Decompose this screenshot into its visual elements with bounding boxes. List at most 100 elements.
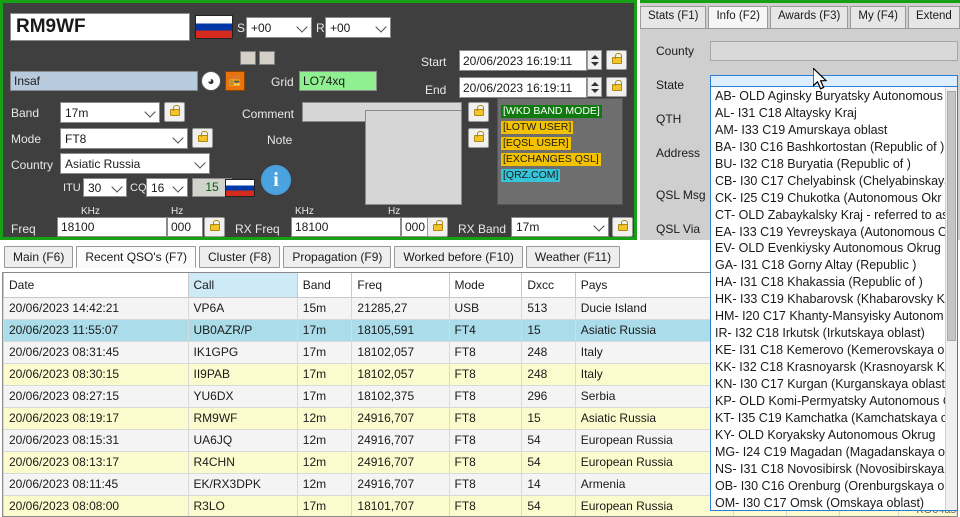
rst-recv-select[interactable]: +00 (325, 17, 391, 38)
itu-select[interactable]: 30 (83, 178, 127, 197)
state-dropdown-item[interactable]: KT- I35 C19 Kamchatka (Kamchatskaya o (711, 410, 945, 427)
cq-select[interactable]: 16 (146, 178, 188, 197)
note-input[interactable] (365, 110, 462, 205)
rx-freq-khz-input[interactable] (291, 217, 401, 237)
state-dropdown-item[interactable]: IR- I32 C18 Irkutsk (Irkutskaya oblast) (711, 325, 945, 342)
cell-date: 20/06/2023 08:19:17 (3, 406, 189, 430)
mouse-cursor-icon (813, 68, 828, 90)
freq-hz-input[interactable] (167, 217, 203, 237)
end-lock-button[interactable] (606, 77, 627, 97)
start-lock-button[interactable] (606, 50, 627, 70)
state-dropdown-item[interactable]: KE- I31 C18 Kemerovo (Kemerovskaya ol (711, 342, 945, 359)
info-field-input-county[interactable] (710, 41, 958, 61)
rst-sent-label: S (237, 21, 246, 35)
cell-date: 20/06/2023 08:30:15 (3, 362, 189, 386)
cell-date: 20/06/2023 14:42:21 (3, 296, 189, 320)
state-dropdown-item[interactable]: EV- OLD Evenkiysky Autonomous Okrug (711, 240, 945, 257)
column-header-mode[interactable]: Mode (448, 273, 523, 298)
state-dropdown-scrollbar[interactable] (945, 87, 957, 510)
state-dropdown-list[interactable]: AB- OLD Aginsky Buryatsky Autonomous AL- … (710, 86, 958, 511)
start-spinner[interactable] (587, 50, 602, 70)
state-dropdown-item[interactable]: GA- I31 C18 Gorny Altay (Republic ) (711, 257, 945, 274)
end-datetime-input[interactable]: 20/06/2023 16:19:11 (459, 77, 587, 98)
cell-dxcc: 54 (521, 428, 576, 452)
state-dropdown-item[interactable]: HA- I31 C18 Khakassia (Republic of ) (711, 274, 945, 291)
state-dropdown-item[interactable]: NS- I31 C18 Novosibirsk (Novosibirskaya … (711, 461, 945, 478)
cell-mode: FT8 (448, 428, 523, 452)
note-lock-button[interactable] (468, 128, 489, 148)
russia-flag-icon (195, 15, 233, 39)
bottom-tab-weather-f11[interactable]: Weather (F11) (525, 246, 621, 268)
rst-sent-select[interactable]: +00 (246, 17, 312, 38)
option-button-2[interactable] (259, 51, 275, 65)
bottom-tab-recent-qso-s-f7[interactable]: Recent QSO's (F7) (76, 246, 196, 268)
rx-band-select[interactable]: 17m (511, 217, 609, 237)
column-header-dxcc[interactable]: Dxcc (521, 273, 576, 298)
status-badge: [WKD BAND MODE] (501, 105, 602, 118)
bottom-tab-worked-before-f10[interactable]: Worked before (F10) (394, 246, 523, 268)
start-datetime-input[interactable]: 20/06/2023 16:19:11 (459, 50, 587, 71)
state-dropdown-item[interactable]: CT- OLD Zabaykalsky Kraj - referred to a… (711, 207, 945, 224)
state-dropdown-item[interactable]: EA- I33 C19 Yevreyskaya (Autonomous O (711, 224, 945, 241)
cell-band: 15m (296, 296, 353, 320)
cell-freq: 24916,707 (351, 428, 450, 452)
operator-name-input[interactable] (10, 71, 198, 91)
country-value: Asiatic Russia (65, 156, 141, 171)
info-tab-my-f4[interactable]: My (F4) (850, 6, 906, 28)
band-lock-button[interactable] (164, 102, 185, 122)
band-value: 17m (65, 105, 89, 120)
mode-select[interactable]: FT8 (60, 128, 188, 149)
column-header-band[interactable]: Band (296, 273, 353, 298)
rx-band-lock-button[interactable] (612, 217, 633, 237)
cell-date: 20/06/2023 08:31:45 (3, 340, 189, 364)
state-dropdown-item[interactable]: MG- I24 C19 Magadan (Magadanskaya ob (711, 444, 945, 461)
country-select[interactable]: Asiatic Russia (60, 153, 210, 174)
state-dropdown-item[interactable]: AM- I33 C19 Amurskaya oblast (711, 122, 945, 139)
info-tab-stats-f1[interactable]: Stats (F1) (640, 6, 707, 28)
freq-lock-button[interactable] (204, 217, 225, 237)
band-select[interactable]: 17m (60, 102, 160, 123)
note-label: Note (267, 133, 293, 147)
grid-input[interactable] (299, 71, 377, 91)
bottom-tab-propagation-f9[interactable]: Propagation (F9) (283, 246, 392, 268)
itu-label: ITU (63, 182, 81, 194)
state-dropdown-item[interactable]: KY- OLD Koryaksky Autonomous Okrug (711, 427, 945, 444)
state-dropdown-item[interactable]: OM- I30 C17 Omsk (Omskaya oblast) (711, 495, 945, 511)
cell-call: II9PAB (187, 362, 298, 386)
bottom-tab-cluster-f8[interactable]: Cluster (F8) (199, 246, 281, 268)
column-header-call[interactable]: Call (187, 273, 298, 298)
scrollbar-thumb[interactable] (947, 91, 956, 341)
rst-sent-value: +00 (251, 20, 272, 35)
state-dropdown-item[interactable]: KP- OLD Komi-Permyatsky Autonomous O (711, 393, 945, 410)
itu-value: 30 (88, 180, 102, 195)
info-tab-extend[interactable]: Extend (907, 6, 960, 28)
mode-lock-button[interactable] (192, 128, 213, 148)
state-dropdown-item[interactable]: BA- I30 C16 Bashkortostan (Republic of ) (711, 139, 945, 156)
end-spinner[interactable] (587, 77, 602, 97)
radio-icon[interactable]: 📻 (225, 71, 245, 91)
state-dropdown-item[interactable]: HK- I33 C19 Khabarovsk (Khabarovsky Kr (711, 291, 945, 308)
state-dropdown-item[interactable]: OB- I30 C16 Orenburg (Orenburgskaya o (711, 478, 945, 495)
state-dropdown-item[interactable]: CK- I25 C19 Chukotka (Autonomous Okr (711, 190, 945, 207)
info-icon[interactable]: i (261, 165, 291, 195)
info-tab-awards-f3[interactable]: Awards (F3) (769, 6, 849, 28)
rx-freq-lock-button[interactable] (427, 217, 448, 237)
state-dropdown-item[interactable]: KK- I32 C18 Krasnoyarsk (Krasnoyarsk Kra (711, 359, 945, 376)
freq-khz-unit-label: KHz (81, 206, 100, 217)
column-header-date[interactable]: Date (3, 273, 189, 298)
callsign-input[interactable] (10, 13, 190, 41)
state-dropdown-item[interactable]: BU- I32 C18 Buryatia (Republic of ) (711, 156, 945, 173)
column-header-freq[interactable]: Freq (351, 273, 450, 298)
option-button-1[interactable] (240, 51, 256, 65)
info-tab-info-f2[interactable]: Info (F2) (708, 6, 768, 28)
freq-khz-input[interactable] (57, 217, 167, 237)
state-dropdown-item[interactable]: CB- I30 C17 Chelyabinsk (Chelyabinskaya (711, 173, 945, 190)
cell-call: R4CHN (187, 450, 298, 474)
bottom-tab-main-f6[interactable]: Main (F6) (4, 246, 74, 268)
state-dropdown-item[interactable]: AL- I31 C18 Altaysky Kraj (711, 105, 945, 122)
cell-call: UA6JQ (187, 428, 298, 452)
state-dropdown-item[interactable]: HM- I20 C17 Khanty-Mansyisky Autonom (711, 308, 945, 325)
state-dropdown-item[interactable]: KN- I30 C17 Kurgan (Kurganskaya oblast) (711, 376, 945, 393)
comment-lock-button[interactable] (468, 102, 489, 122)
callbook-lookup-icon[interactable]: ◕ (201, 71, 221, 91)
